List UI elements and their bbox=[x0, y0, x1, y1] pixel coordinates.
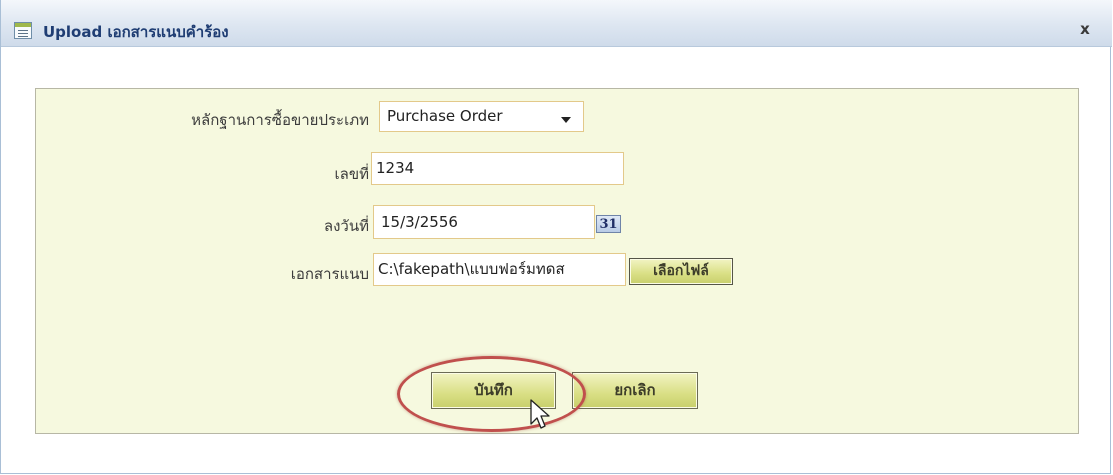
mouse-pointer-icon bbox=[530, 399, 550, 429]
doc-type-value: Purchase Order bbox=[387, 107, 503, 125]
chevron-down-icon bbox=[561, 117, 571, 123]
calendar-icon[interactable]: 31 bbox=[596, 215, 621, 233]
doc-number-input[interactable]: 1234 bbox=[371, 152, 624, 185]
doc-type-label: หลักฐานการซื้อขายประเภท bbox=[191, 111, 369, 129]
dialog-title: Upload เอกสารแนบคำร้อง bbox=[43, 23, 229, 41]
attachment-path-value: C:\fakepath\แบบฟอร์มทดส bbox=[378, 260, 565, 278]
doc-date-label: ลงวันที่ bbox=[323, 217, 369, 235]
cancel-button[interactable]: ยกเลิก bbox=[572, 372, 698, 409]
browse-file-button[interactable]: เลือกไฟล์ bbox=[629, 258, 733, 285]
form-icon bbox=[14, 22, 32, 39]
doc-date-input[interactable]: 15/3/2556 bbox=[373, 205, 595, 239]
doc-type-select[interactable]: Purchase Order bbox=[379, 101, 584, 132]
highlight-ellipse bbox=[397, 356, 586, 432]
dialog-titlebar[interactable]: Upload เอกสารแนบคำร้อง x bbox=[1, 0, 1112, 47]
attachment-label: เอกสารแนบ bbox=[290, 265, 369, 283]
doc-number-value: 1234 bbox=[376, 159, 415, 177]
upload-dialog: Upload เอกสารแนบคำร้อง x หลักฐานการซื้อข… bbox=[0, 0, 1112, 474]
doc-date-value: 15/3/2556 bbox=[381, 213, 458, 231]
close-button[interactable]: x bbox=[1074, 18, 1096, 40]
attachment-path-input[interactable]: C:\fakepath\แบบฟอร์มทดส bbox=[373, 253, 626, 286]
doc-number-label: เลขที่ bbox=[334, 165, 369, 183]
